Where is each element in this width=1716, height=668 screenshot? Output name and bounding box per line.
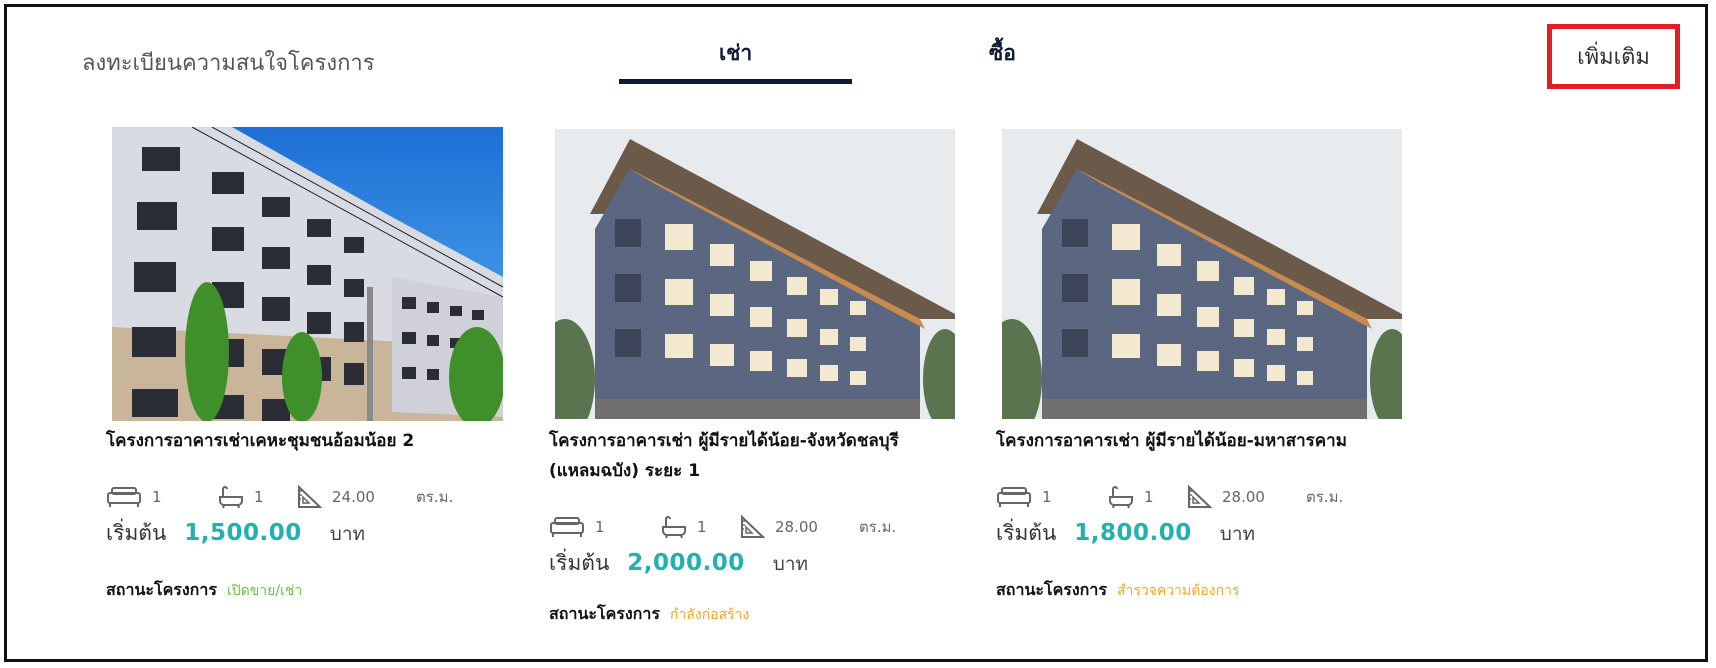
area-unit: ตร.ม. bbox=[416, 488, 454, 506]
tab-buy[interactable]: ซื้อ bbox=[989, 37, 1016, 70]
project-title-line: โครงการอาคารเช่าเคหะชุมชนอ้อมน้อย 2 bbox=[106, 431, 415, 451]
price-prefix: เริ่มต้น bbox=[549, 551, 610, 575]
area-unit: ตร.ม. bbox=[859, 518, 897, 536]
status-row: สถานะโครงการ กำลังก่อสร้าง bbox=[549, 602, 949, 627]
project-card[interactable]: โครงการอาคารเช่าเคหะชุมชนอ้อมน้อย 2 1 1 … bbox=[106, 127, 506, 603]
project-title-line: โครงการอาคารเช่า ผู้มีรายได้น้อย-มหาสารค… bbox=[996, 431, 1347, 451]
price-value: 1,800.00 bbox=[1074, 520, 1192, 546]
status-label: สถานะโครงการ bbox=[106, 580, 217, 599]
status-label: สถานะโครงการ bbox=[549, 604, 660, 623]
baths-count: 1 bbox=[254, 488, 264, 506]
baths-spec: 1 bbox=[1108, 485, 1186, 509]
price-prefix: เริ่มต้น bbox=[106, 521, 167, 545]
project-title[interactable]: โครงการอาคารเช่า ผู้มีรายได้น้อย-มหาสารค… bbox=[996, 426, 1396, 456]
beds-spec: 1 bbox=[106, 485, 218, 509]
project-specs: 1 1 24.00 ตร.ม. bbox=[106, 483, 506, 511]
more-button[interactable]: เพิ่มเติม bbox=[1547, 24, 1680, 89]
baths-spec: 1 bbox=[661, 515, 739, 539]
bathtub-icon bbox=[219, 486, 243, 509]
price-unit: บาท bbox=[329, 523, 366, 545]
status-row: สถานะโครงการ เปิดขาย/เช่า bbox=[106, 578, 506, 603]
area-icon bbox=[1188, 485, 1212, 508]
project-title-line: (แหลมฉบัง) ระยะ 1 bbox=[549, 461, 701, 481]
status-badge: สำรวจความต้องการ bbox=[1116, 583, 1240, 599]
more-button-label: เพิ่มเติม bbox=[1577, 45, 1650, 70]
area-spec: 28.00 bbox=[1186, 485, 1306, 509]
project-specs: 1 1 28.00 ตร.ม. bbox=[996, 483, 1396, 511]
area-value: 24.00 bbox=[332, 488, 375, 506]
price-value: 1,500.00 bbox=[184, 520, 302, 546]
tab-rent[interactable]: เช่า bbox=[719, 37, 752, 70]
price-row: เริ่มต้น 2,000.00 บาท bbox=[549, 547, 949, 580]
area-spec: 24.00 bbox=[296, 485, 416, 509]
project-image[interactable] bbox=[1002, 129, 1402, 419]
beds-count: 1 bbox=[595, 518, 605, 536]
project-title-line: โครงการอาคารเช่า ผู้มีรายได้น้อย-จังหวัด… bbox=[549, 431, 899, 451]
status-label: สถานะโครงการ bbox=[996, 580, 1107, 599]
bed-icon bbox=[550, 517, 584, 537]
price-row: เริ่มต้น 1,500.00 บาท bbox=[106, 517, 506, 550]
page-title: ลงทะเบียนความสนใจโครงการ bbox=[82, 51, 375, 76]
area-value: 28.00 bbox=[1222, 488, 1265, 506]
project-image[interactable] bbox=[112, 127, 503, 421]
project-specs: 1 1 28.00 ตร.ม. bbox=[549, 513, 949, 541]
price-prefix: เริ่มต้น bbox=[996, 521, 1057, 545]
project-title[interactable]: โครงการอาคารเช่าเคหะชุมชนอ้อมน้อย 2 bbox=[106, 426, 506, 456]
price-unit: บาท bbox=[772, 553, 809, 575]
baths-spec: 1 bbox=[218, 485, 296, 509]
project-image[interactable] bbox=[555, 129, 955, 419]
bathtub-icon bbox=[1109, 486, 1133, 509]
beds-spec: 1 bbox=[996, 485, 1108, 509]
bathtub-icon bbox=[662, 516, 686, 539]
beds-spec: 1 bbox=[549, 515, 661, 539]
area-value: 28.00 bbox=[775, 518, 818, 536]
bed-icon bbox=[997, 487, 1031, 507]
price-row: เริ่มต้น 1,800.00 บาท bbox=[996, 517, 1396, 550]
project-card[interactable]: โครงการอาคารเช่า ผู้มีรายได้น้อย-จังหวัด… bbox=[549, 129, 955, 627]
beds-count: 1 bbox=[152, 488, 162, 506]
bed-icon bbox=[107, 487, 141, 507]
status-badge: กำลังก่อสร้าง bbox=[669, 607, 750, 623]
status-row: สถานะโครงการ สำรวจความต้องการ bbox=[996, 578, 1396, 603]
baths-count: 1 bbox=[697, 518, 707, 536]
price-value: 2,000.00 bbox=[627, 550, 745, 576]
active-tab-indicator bbox=[619, 79, 852, 84]
page-frame: ลงทะเบียนความสนใจโครงการ เช่า ซื้อ เพิ่ม… bbox=[4, 4, 1708, 662]
area-unit: ตร.ม. bbox=[1306, 488, 1344, 506]
price-unit: บาท bbox=[1219, 523, 1256, 545]
project-title[interactable]: โครงการอาคารเช่า ผู้มีรายได้น้อย-จังหวัด… bbox=[549, 426, 949, 486]
area-spec: 28.00 bbox=[739, 515, 859, 539]
area-icon bbox=[741, 515, 765, 538]
status-badge: เปิดขาย/เช่า bbox=[226, 583, 303, 599]
baths-count: 1 bbox=[1144, 488, 1154, 506]
beds-count: 1 bbox=[1042, 488, 1052, 506]
project-card[interactable]: โครงการอาคารเช่า ผู้มีรายได้น้อย-มหาสารค… bbox=[996, 129, 1402, 603]
area-icon bbox=[298, 485, 322, 508]
